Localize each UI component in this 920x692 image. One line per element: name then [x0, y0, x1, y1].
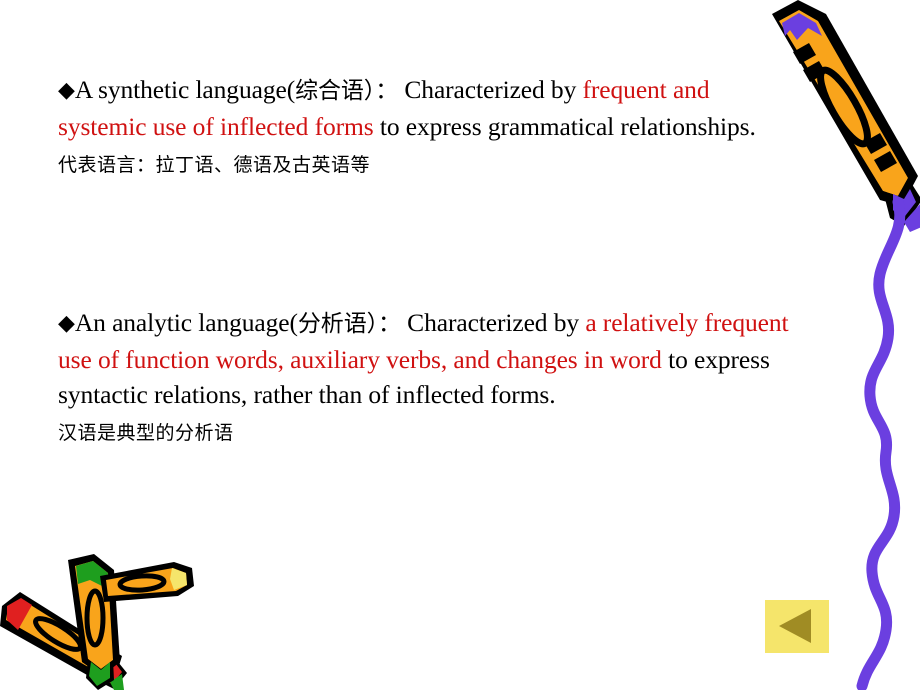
paragraph-2-block: ◆An analytic language(分析语）： Characterize… — [58, 305, 828, 448]
paragraph-1-text: ◆A synthetic language(综合语）： Characterize… — [58, 72, 758, 144]
paragraph-1-subline: 代表语言：拉丁语、德语及古英语等 — [58, 154, 371, 176]
diamond-bullet-icon: ◆ — [58, 78, 75, 103]
paragraph-2-text: ◆An analytic language(分析语）： Characterize… — [58, 305, 828, 412]
triangle-left-icon — [779, 609, 811, 643]
slide-canvas: ◆A synthetic language(综合语）： Characterize… — [0, 0, 920, 690]
p1-segment-black-1: A synthetic language( — [74, 75, 296, 104]
p2-segment-chinese: 分析语）： — [297, 311, 401, 337]
crayon-top-right-icon — [772, 0, 920, 232]
p2-segment-black-2: Characterized by — [400, 308, 586, 337]
previous-slide-button[interactable] — [765, 600, 829, 653]
p1-segment-black-2: Characterized by — [398, 75, 583, 104]
crossed-crayons-bottom-left-icon — [0, 554, 194, 690]
p1-segment-chinese: 综合语）： — [295, 78, 399, 104]
paragraph-2-subline: 汉语是典型的分析语 — [58, 422, 234, 444]
purple-squiggle-decoration — [856, 200, 906, 690]
diamond-bullet-icon: ◆ — [58, 311, 75, 336]
paragraph-1-block: ◆A synthetic language(综合语）： Characterize… — [58, 72, 758, 180]
p1-segment-black-3: to express grammatical relationships. — [373, 112, 756, 141]
p2-segment-black-1: An analytic language( — [74, 308, 298, 337]
